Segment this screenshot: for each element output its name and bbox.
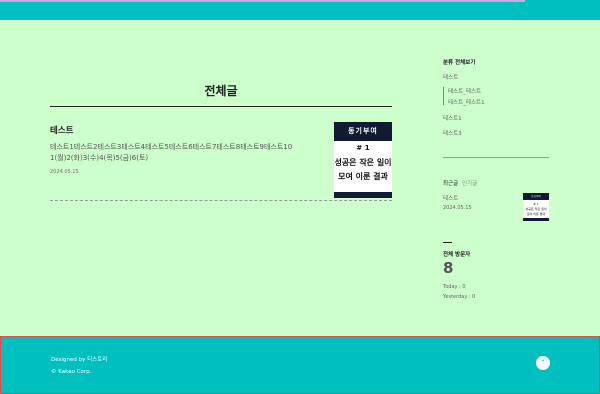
recent-thumb-line2: 모여 이룬 결과	[526, 212, 546, 216]
sidebar-category-test-test1[interactable]: 테스트_테스트1	[448, 98, 485, 106]
recent-thumb-line1: 성공은 작은 일이	[525, 207, 547, 211]
sidebar-category-test3[interactable]: 테스트3	[443, 129, 462, 137]
sidebar-divider	[443, 157, 549, 158]
category-heading[interactable]: 분류 전체보기	[443, 58, 475, 66]
thumbnail-header: 동기부여	[334, 122, 392, 141]
visitor-yesterday: Yesterday : 0	[443, 294, 476, 300]
recent-post-thumbnail[interactable]: 동기부여 # 1 성공은 작은 일이 모여 이룬 결과	[523, 193, 549, 221]
subcategory-bar	[443, 87, 444, 105]
page-title: 전체글	[204, 84, 238, 98]
footer: Designed by 티스토리 © Kakao Corp. ⌃	[0, 336, 600, 394]
sidebar-category-test[interactable]: 테스트	[443, 73, 458, 81]
post-title[interactable]: 테스트	[50, 124, 73, 136]
designed-by[interactable]: Designed by 티스토리	[51, 355, 107, 363]
post-thumbnail[interactable]: 동기부여 # 1 성공은 작은 일이 모여 이룬 결과	[334, 122, 392, 198]
title-divider	[50, 106, 392, 107]
chevron-up-icon: ⌃	[540, 359, 546, 366]
scroll-top-button[interactable]: ⌃	[536, 356, 550, 370]
tab-popular[interactable]: 인기글	[462, 179, 477, 187]
recent-thumb-header: 동기부여	[523, 193, 549, 200]
visitor-heading: 전체 방문자	[443, 252, 471, 258]
top-bar	[0, 0, 600, 20]
recent-thumb-number: # 1	[533, 202, 539, 206]
recent-post-title[interactable]: 테스트	[443, 194, 458, 202]
tab-recent[interactable]: 최근글	[443, 179, 458, 187]
thumbnail-line2: 모여 이룬 결과	[338, 172, 388, 181]
thumbnail-line1: 성공은 작은 일이	[334, 158, 392, 167]
post-item[interactable]: 테스트 테스트1테스트2테스트3테스트4테스트5테스트6테스트7테스트8테스트9…	[50, 118, 392, 200]
recent-post-date: 2024.05.15	[443, 205, 472, 211]
recent-thumb-footer-band	[523, 218, 549, 221]
copyright: © Kakao Corp.	[51, 369, 92, 375]
thumbnail-footer-band	[334, 192, 392, 198]
post-excerpt: 테스트1테스트2테스트3테스트4테스트5테스트6테스트7테스트8테스트9테스트1…	[50, 143, 293, 162]
top-accent-line	[0, 0, 525, 2]
sidebar-category-test-test[interactable]: 테스트_테스트	[448, 87, 481, 95]
visitor-today: Today : 0	[443, 284, 466, 290]
sidebar-category-test1[interactable]: 테스트1	[443, 114, 462, 122]
post-date: 2024.05.15	[50, 169, 79, 175]
thumbnail-number: # 1	[356, 144, 370, 152]
visitor-divider	[443, 242, 452, 243]
visitor-count: 8	[443, 259, 454, 277]
post-divider	[50, 200, 392, 201]
